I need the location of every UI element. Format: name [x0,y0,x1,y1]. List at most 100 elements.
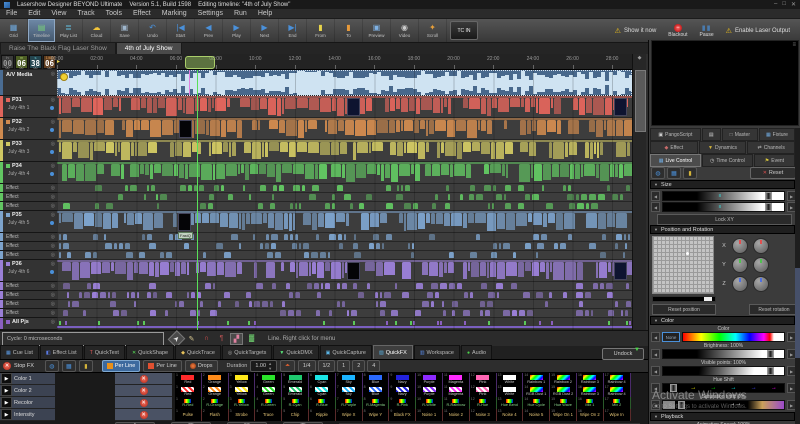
effect-block[interactable] [536,252,538,258]
rotation-knob-z[interactable] [753,275,769,292]
menu-track[interactable]: Track [77,10,94,17]
position-knob-y[interactable] [732,256,748,273]
cue-block[interactable] [147,98,152,113]
tab-doc[interactable]: ▤ [701,128,721,141]
effect-block[interactable] [279,185,284,191]
cue-block[interactable] [556,213,563,230]
cue-block[interactable] [331,262,341,279]
cue-block[interactable] [519,164,530,182]
cue-block[interactable] [365,262,375,271]
cue-block[interactable] [610,164,614,177]
cue-block[interactable] [189,164,200,177]
cue-block[interactable] [468,262,470,271]
track-header-effect[interactable]: Effect ◎ [0,282,57,291]
effect-block[interactable] [175,301,177,307]
cue-block[interactable] [328,120,337,134]
cue-block[interactable] [305,164,314,179]
effect-block[interactable] [302,185,305,191]
quickfx-row-label[interactable]: ▶ Color 1 [0,373,55,385]
cue-block[interactable] [525,98,530,112]
window-control-icon[interactable]: ✕ [791,1,796,8]
cue-block[interactable] [85,164,96,181]
gear-icon[interactable]: ◎ [51,301,55,307]
sphere-icon[interactable]: ◍ [44,360,59,372]
cue-block[interactable] [154,213,163,228]
cue-block[interactable] [624,120,632,136]
tab-quickshape[interactable]: ✕ QuickShape [125,345,175,359]
quickfx-cell[interactable]: 12 Noise 3 [469,409,497,421]
slider-left-icon[interactable]: ◀ [651,400,660,410]
tab-effect-list[interactable]: ◧ Effect List [39,345,83,359]
cue-block[interactable] [223,142,228,152]
effect-block[interactable] [131,292,135,298]
cue-block[interactable] [103,213,111,229]
cue-block[interactable] [74,213,83,229]
cue-block[interactable] [297,98,308,108]
cue-block[interactable] [336,213,345,222]
cue-block[interactable] [299,262,308,276]
quickfx-cell[interactable]: 15 Rainbow 2 [550,373,577,385]
toolbar-play-button[interactable]: ▶ Play [223,19,251,42]
cue-block[interactable] [76,164,84,181]
beat-fraction-button[interactable]: 1/4 [297,360,316,372]
quickfx-cell[interactable]: 8 Blue [362,385,390,397]
effect-block[interactable] [484,185,491,191]
cue-block[interactable] [135,142,137,156]
cue-block[interactable] [490,164,501,173]
effect-lane[interactable] [57,309,632,318]
cue-block[interactable] [282,164,292,173]
drops-button[interactable]: Drops [184,360,218,372]
cue-block[interactable] [396,98,400,109]
effect-block[interactable] [560,243,566,249]
cue-block[interactable] [297,142,307,152]
cue-block[interactable] [463,98,468,108]
effect-block[interactable] [481,283,487,289]
cue-block[interactable] [258,120,260,130]
cue-marker[interactable] [178,213,191,231]
quickfx-cell[interactable]: 13 White [496,373,524,385]
tab-quickdmx[interactable]: ▼ QuickDMX [273,345,319,359]
cue-block[interactable] [552,164,559,177]
gear-icon[interactable]: ◎ [51,310,55,316]
effect-block[interactable] [228,194,233,200]
effect-block[interactable] [626,283,629,289]
quickfx-cell[interactable]: 15 RGB Dust 2 [550,385,577,397]
visible-points-slider[interactable]: ◀ ▶ [651,366,796,376]
cue-block[interactable] [536,98,538,113]
quickfx-cell[interactable]: 12 Pink [469,385,497,397]
tab-effect[interactable]: ◆ Effect [650,141,698,154]
effect-block[interactable] [457,283,462,289]
effect-block[interactable] [93,234,98,240]
effect-block[interactable] [104,234,106,240]
effect-block[interactable] [295,292,300,298]
effect-block[interactable] [354,252,361,258]
effect-block[interactable] [290,203,293,209]
effect-block[interactable] [625,243,627,249]
pause-button[interactable]: ▮▮ Pause [695,24,717,38]
effect-block[interactable] [311,252,318,258]
cue-block[interactable] [281,262,284,271]
effect-block[interactable] [532,194,539,200]
toolbar-from-button[interactable]: ▮ From [307,19,335,42]
cue-block[interactable] [367,120,376,135]
cue-block[interactable] [619,164,623,178]
effect-block[interactable] [446,185,449,191]
cue-block[interactable] [73,120,84,134]
effect-block[interactable] [427,292,433,298]
cue-block[interactable] [397,142,403,156]
cue-block[interactable] [166,98,177,116]
cue-block[interactable] [139,262,148,274]
cue-block[interactable] [131,142,134,156]
effect-lane[interactable] [57,233,632,242]
cue-block[interactable] [332,98,336,111]
cue-block[interactable] [62,213,73,222]
menu-run[interactable]: Run [234,10,247,17]
cue-block[interactable] [627,142,630,156]
effect-block[interactable] [134,301,136,307]
cue-block[interactable] [549,142,552,158]
slider-left-icon[interactable]: ◀ [651,332,660,342]
effect-block[interactable] [199,185,204,191]
cue-block[interactable] [276,164,281,182]
effect-block[interactable] [518,185,524,191]
effect-block[interactable] [432,203,436,209]
